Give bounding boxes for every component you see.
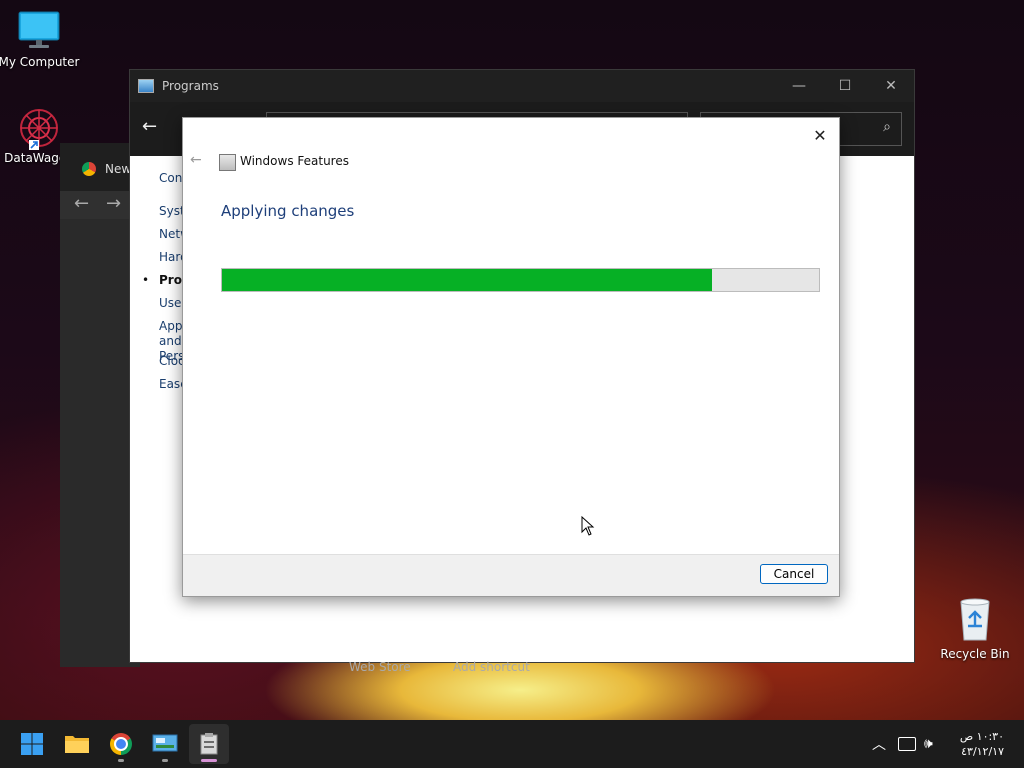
volume-icon[interactable]: 🕪 [924,736,933,752]
folder-icon [65,736,89,753]
running-indicator [118,759,124,762]
system-tray: ︿ 🕪 [870,720,933,768]
chrome-tab-label[interactable]: New [105,162,131,176]
control-panel-icon [138,79,154,93]
taskbar-control-panel[interactable] [145,724,185,764]
search-icon[interactable]: ⌕ [883,119,891,135]
add-shortcut-link[interactable]: Add shortcut [453,660,530,674]
desktop-icon-recycle-bin[interactable]: Recycle Bin [933,596,1017,661]
clock-time: ١٠:٣٠ ص [959,730,1004,743]
clock-date: ٤٣/١٢/١٧ [961,745,1004,758]
dialog-close-button[interactable]: ✕ [807,122,833,148]
back-arrow-icon[interactable]: ← [74,193,89,214]
control-panel-icon [152,734,178,752]
forward-arrow-icon[interactable]: → [106,193,121,214]
windows-start-icon [21,733,43,755]
windows-features-icon [219,154,236,171]
chrome-icon [110,733,132,755]
recycle-bin-icon [960,598,990,641]
progress-bar [221,268,820,292]
dialog-title: Windows Features [240,154,349,168]
selected-bullet: • [142,273,150,287]
web-store-link[interactable]: Web Store [349,660,411,674]
windows-features-dialog[interactable]: ✕ ← Windows Features Applying changes Ca… [182,117,840,597]
back-arrow-icon[interactable]: ← [142,116,157,137]
progress-bar-fill [222,269,712,291]
desktop-icon-my-computer[interactable]: My Computer [0,10,81,69]
maximize-button[interactable]: ☐ [822,70,868,102]
taskbar: ︿ 🕪 ١٠:٣٠ ص ٤٣/١٢/١٧ [0,720,1024,768]
taskbar-chrome[interactable] [101,724,141,764]
windows-features-icon [200,733,218,755]
running-indicator [201,759,217,762]
dialog-heading: Applying changes [221,202,355,220]
chrome-window[interactable]: New ← → [60,143,140,667]
back-arrow-icon: ← [190,152,202,168]
desktop-icon-label: Recycle Bin [940,647,1010,661]
chevron-up-icon[interactable]: ︿ [870,734,888,754]
datawagon-icon [20,109,58,150]
network-icon[interactable] [898,737,916,751]
programs-title-bar[interactable]: Programs — ☐ ✕ [130,70,914,102]
chrome-icon [82,162,96,176]
cancel-button[interactable]: Cancel [760,564,828,584]
chrome-tab-bar: New [60,143,140,191]
running-indicator [162,759,168,762]
monitor-icon [18,11,60,48]
chrome-toolbar: ← → [60,191,140,219]
minimize-button[interactable]: — [776,70,822,102]
taskbar-windows-features[interactable] [189,724,229,764]
taskbar-file-explorer[interactable] [57,724,97,764]
close-button[interactable]: ✕ [868,70,914,102]
dialog-footer: Cancel [183,554,839,596]
start-button[interactable] [12,724,52,764]
programs-window-title: Programs [162,79,219,93]
taskbar-clock[interactable]: ١٠:٣٠ ص ٤٣/١٢/١٧ [960,729,1004,759]
mouse-cursor-icon [581,516,595,536]
desktop-icon-label: My Computer [0,55,80,69]
